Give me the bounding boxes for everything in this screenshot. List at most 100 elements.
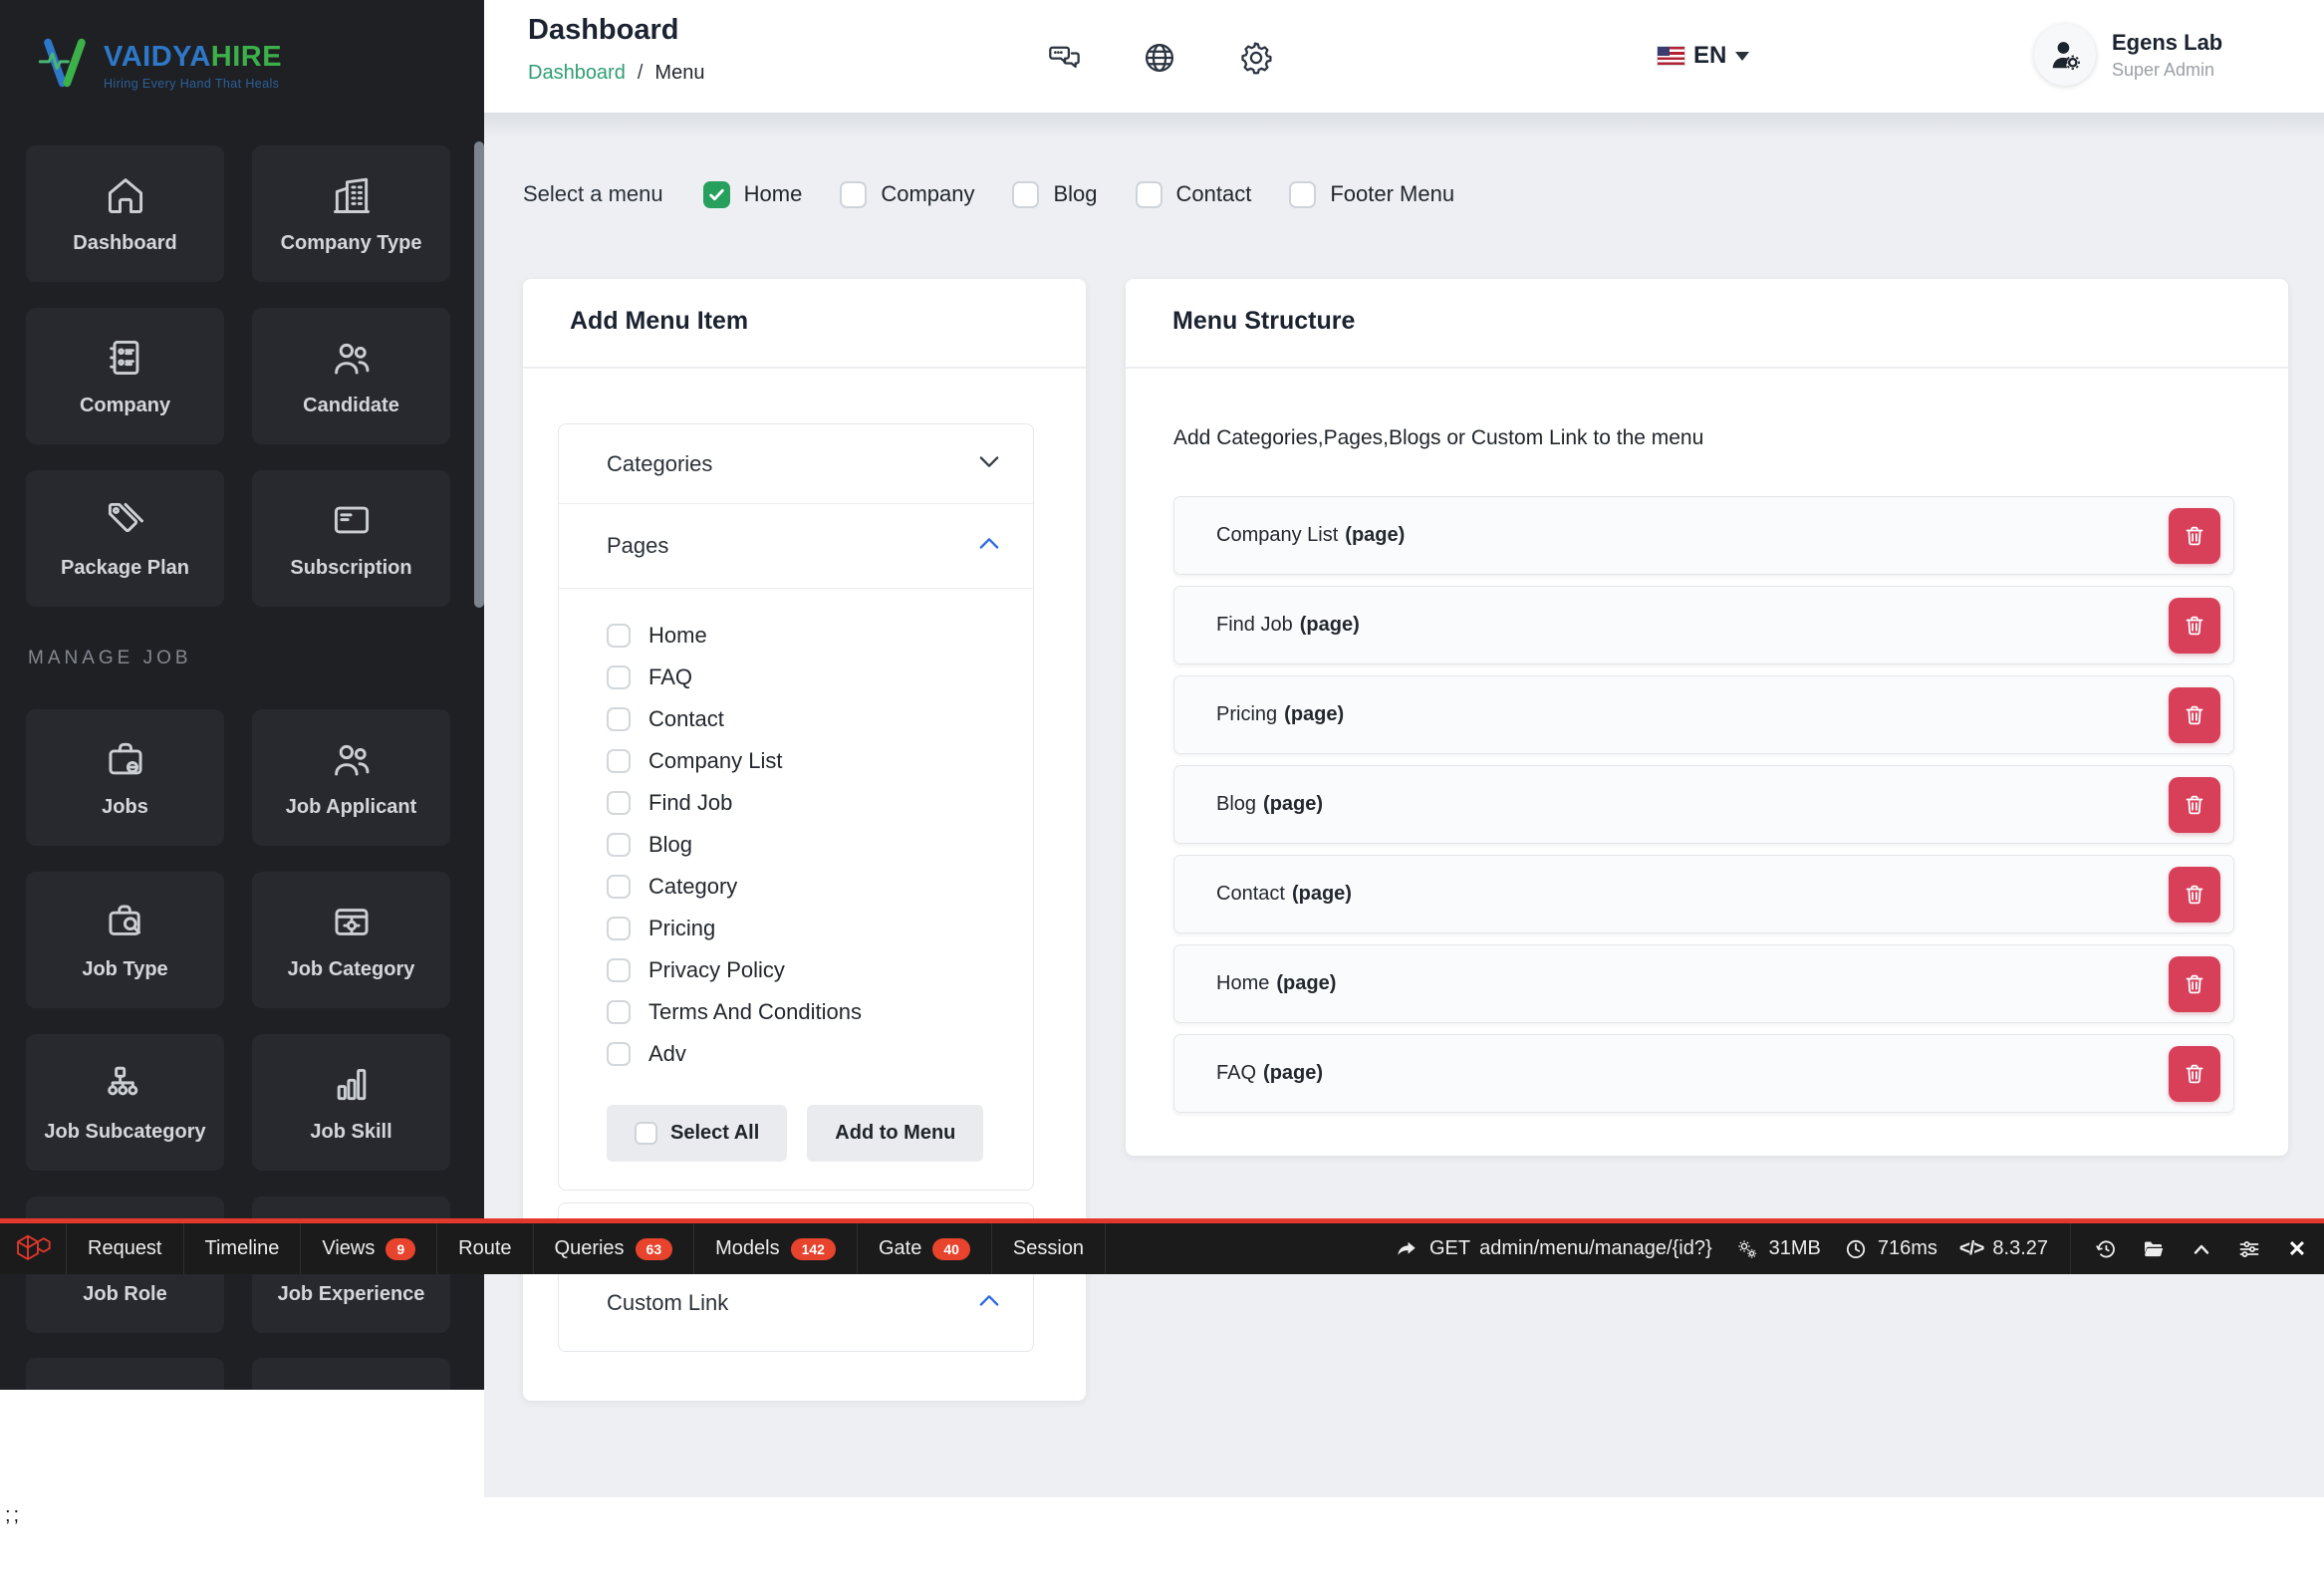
delete-button[interactable] (2169, 1046, 2220, 1102)
checkbox-icon[interactable] (607, 917, 631, 940)
debug-tab-queries[interactable]: Queries 63 (534, 1223, 695, 1274)
menu-option-home[interactable]: Home (702, 180, 802, 208)
checkbox-icon[interactable] (607, 833, 631, 857)
checkbox-icon[interactable] (607, 707, 631, 731)
menu-item-row[interactable]: Contactpage (1173, 855, 2234, 933)
menu-structure-panel: Menu Structure Add Categories,Pages,Blog… (1126, 279, 2288, 1156)
sidebar-item-job-skill[interactable]: Job Skill (252, 1034, 450, 1171)
folder-icon[interactable] (2141, 1237, 2167, 1261)
page-option-contact[interactable]: Contact (607, 698, 1003, 740)
menu-item-row[interactable]: Blogpage (1173, 765, 2234, 844)
menu-option-contact[interactable]: Contact (1135, 180, 1251, 208)
clock-icon (1843, 1237, 1869, 1261)
sidebar-item-job-subcategory[interactable]: Job Subcategory (26, 1034, 224, 1171)
page-option-blog[interactable]: Blog (607, 824, 1003, 866)
brand-logo-icon (38, 36, 92, 95)
sidebar-item-dashboard[interactable]: Dashboard (26, 145, 224, 282)
page-option-faq[interactable]: FAQ (607, 657, 1003, 698)
debug-tab-request[interactable]: Request (67, 1223, 184, 1274)
checkbox-icon[interactable] (1135, 180, 1162, 208)
chevron-up-icon[interactable] (2189, 1237, 2214, 1261)
menu-option-footer-menu[interactable]: Footer Menu (1289, 180, 1454, 208)
sidebar-item-subscription[interactable]: Subscription (252, 470, 450, 607)
add-to-menu-button[interactable]: Add to Menu (807, 1105, 984, 1162)
sidebar-item-job-applicant[interactable]: Job Applicant (252, 709, 450, 846)
menu-item-row[interactable]: Homepage (1173, 944, 2234, 1023)
delete-button[interactable] (2169, 508, 2220, 564)
page-option-pricing[interactable]: Pricing (607, 908, 1003, 949)
sidebar-item-partial-left[interactable] (26, 1358, 224, 1390)
breadcrumb-current: Menu (654, 62, 705, 84)
checkbox-icon[interactable] (1289, 180, 1317, 208)
checkbox-icon[interactable] (607, 665, 631, 689)
chevron-down-icon (975, 447, 1003, 480)
sidebar-item-candidate[interactable]: Candidate (252, 308, 450, 444)
divider (1126, 367, 2288, 369)
request-info: GET admin/menu/manage/{id?} (1395, 1237, 1712, 1261)
close-icon[interactable]: ✕ (2284, 1236, 2310, 1262)
sidebar-item-job-category[interactable]: Job Category (252, 872, 450, 1008)
checkbox-icon[interactable] (607, 749, 631, 773)
delete-button[interactable] (2169, 956, 2220, 1012)
laravel-logo-icon[interactable] (0, 1223, 67, 1274)
sidebar-item-company-type[interactable]: Company Type (252, 145, 450, 282)
menu-option-blog[interactable]: Blog (1012, 180, 1098, 208)
page-option-find-job[interactable]: Find Job (607, 782, 1003, 824)
brand-logo[interactable]: VAIDYAHIRE Hiring Every Hand That Heals (38, 36, 282, 95)
page-option-privacy-policy[interactable]: Privacy Policy (607, 949, 1003, 991)
accordion-categories[interactable]: Categories (559, 424, 1033, 504)
checkbox-icon[interactable] (840, 180, 868, 208)
sidebar-partial-tiles (26, 1358, 450, 1390)
gear-icon[interactable] (1238, 40, 1274, 76)
checkbox-icon[interactable] (607, 875, 631, 899)
checkbox-icon[interactable] (607, 958, 631, 982)
language-selector[interactable]: EN (1658, 42, 1750, 70)
menu-item-row[interactable]: FAQpage (1173, 1034, 2234, 1113)
menu-item-row[interactable]: Find Jobpage (1173, 586, 2234, 664)
page-option-home[interactable]: Home (607, 615, 1003, 657)
menu-option-company[interactable]: Company (840, 180, 974, 208)
page-option-terms[interactable]: Terms And Conditions (607, 991, 1003, 1033)
checkbox-icon[interactable] (607, 1000, 631, 1024)
debug-tab-views[interactable]: Views 9 (301, 1223, 438, 1274)
debug-tab-timeline[interactable]: Timeline (184, 1223, 302, 1274)
accordion-pages[interactable]: Pages (559, 504, 1033, 589)
sidebar-item-jobs[interactable]: Jobs (26, 709, 224, 846)
sliders-icon[interactable] (2236, 1237, 2262, 1261)
page-option-adv[interactable]: Adv (607, 1033, 1003, 1075)
people-icon (330, 336, 374, 380)
user-name: Egens Lab (2112, 29, 2223, 55)
chat-icon[interactable] (1047, 40, 1083, 76)
globe-icon[interactable] (1142, 40, 1177, 76)
menu-item-row[interactable]: Company Listpage (1173, 496, 2234, 575)
checkbox-checked-icon[interactable] (702, 180, 730, 208)
page-option-company-list[interactable]: Company List (607, 740, 1003, 782)
php-version: </> 8.3.27 (1958, 1237, 2048, 1259)
user-menu[interactable]: Egens Lab Super Admin (2034, 24, 2222, 86)
breadcrumb-root-link[interactable]: Dashboard (528, 62, 626, 85)
checkbox-icon[interactable] (607, 1042, 631, 1066)
sidebar-scrollbar-thumb[interactable] (474, 141, 484, 608)
menu-structure-description: Add Categories,Pages,Blogs or Custom Lin… (1173, 426, 1704, 449)
history-icon[interactable] (2093, 1237, 2119, 1261)
debug-tab-session[interactable]: Session (992, 1223, 1107, 1274)
debug-tab-gate[interactable]: Gate 40 (858, 1223, 992, 1274)
checkbox-icon[interactable] (607, 624, 631, 648)
debug-tab-route[interactable]: Route (437, 1223, 534, 1274)
delete-button[interactable] (2169, 867, 2220, 923)
select-all-button[interactable]: Select All (607, 1105, 788, 1162)
page-option-category[interactable]: Category (607, 866, 1003, 908)
sidebar-item-package-plan[interactable]: Package Plan (26, 470, 224, 607)
add-menu-accordion: Categories Pages Home FAQ Contact Compan… (558, 423, 1034, 1191)
menu-item-row[interactable]: Pricingpage (1173, 675, 2234, 754)
delete-button[interactable] (2169, 777, 2220, 833)
delete-button[interactable] (2169, 687, 2220, 743)
delete-button[interactable] (2169, 598, 2220, 654)
checkbox-icon[interactable] (635, 1122, 657, 1145)
checkbox-icon[interactable] (1012, 180, 1040, 208)
sidebar-item-job-type[interactable]: Job Type (26, 872, 224, 1008)
sidebar-item-company[interactable]: Company (26, 308, 224, 444)
sidebar-item-partial-right[interactable] (252, 1358, 450, 1390)
debug-tab-models[interactable]: Models 142 (694, 1223, 858, 1274)
checkbox-icon[interactable] (607, 791, 631, 815)
